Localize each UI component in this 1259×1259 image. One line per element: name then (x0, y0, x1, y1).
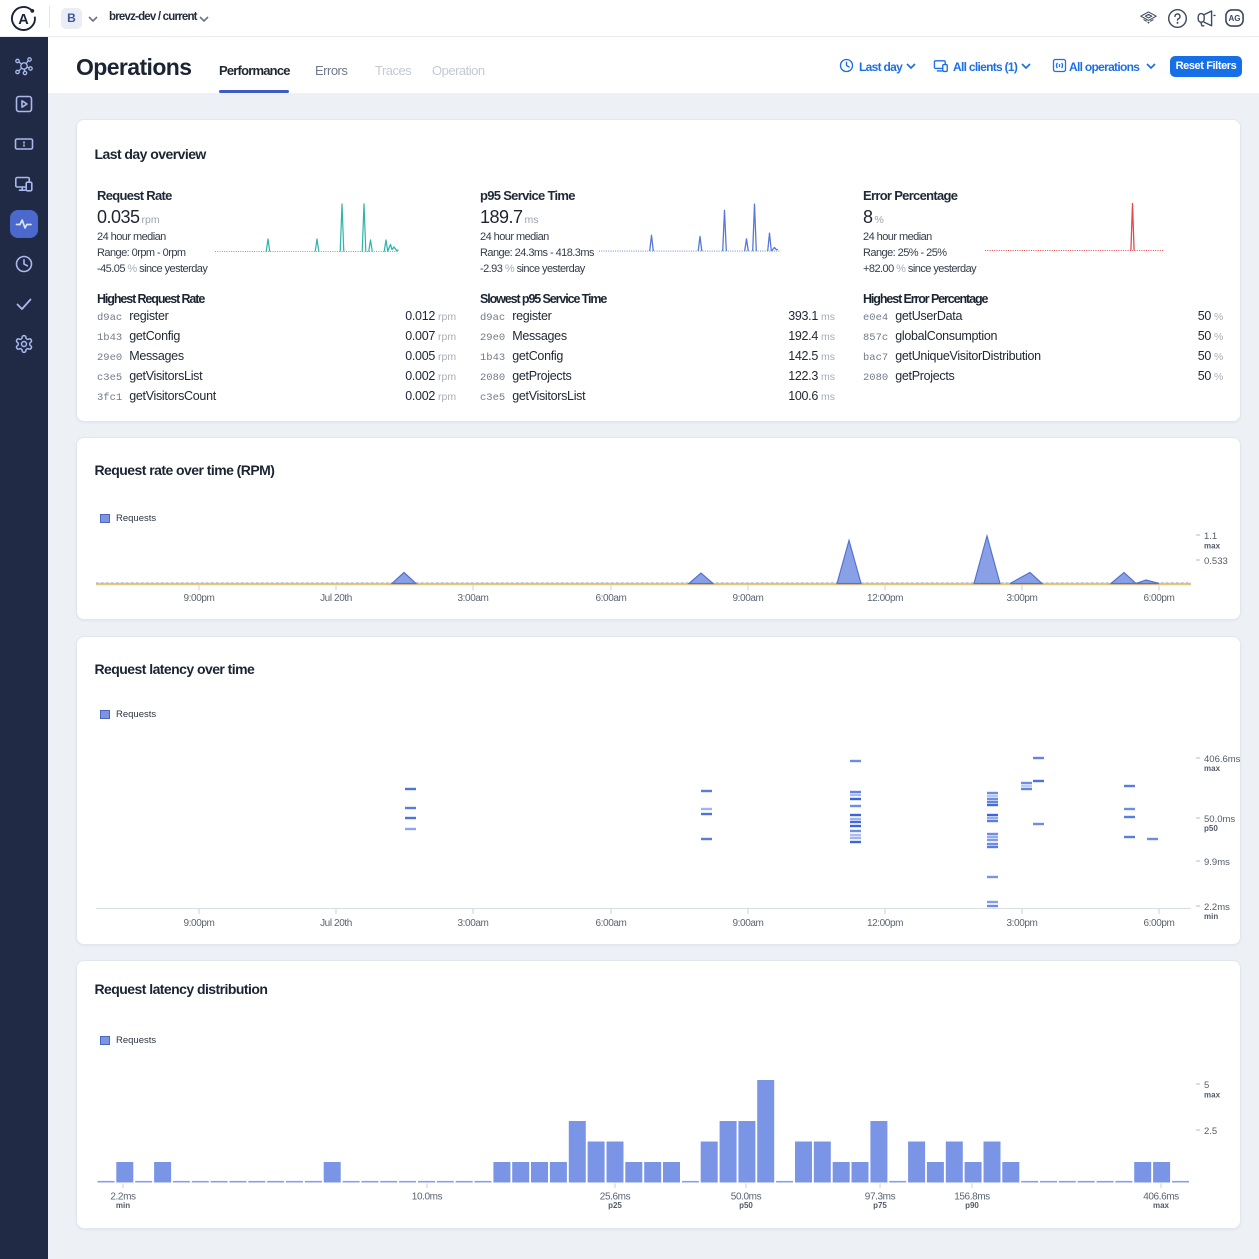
svg-text:9.9ms: 9.9ms (1204, 857, 1230, 868)
svg-text:Jul 20th: Jul 20th (320, 593, 352, 604)
svg-text:9:00am: 9:00am (733, 918, 764, 929)
svg-text:12:00pm: 12:00pm (867, 593, 903, 604)
svg-text:max: max (1204, 764, 1221, 773)
svg-text:max: max (1204, 542, 1221, 551)
svg-text:1.1: 1.1 (1204, 531, 1217, 542)
svg-text:AG: AG (1229, 14, 1241, 23)
svg-text:p25: p25 (608, 1201, 622, 1210)
svg-text:9:00am: 9:00am (733, 593, 764, 604)
svg-text:10.0ms: 10.0ms (412, 1192, 443, 1203)
svg-text:9:00pm: 9:00pm (184, 593, 215, 604)
svg-text:max: max (1153, 1201, 1170, 1210)
svg-text:2.5: 2.5 (1204, 1126, 1217, 1137)
svg-text:9:00pm: 9:00pm (184, 918, 215, 929)
svg-text:3:00am: 3:00am (458, 918, 489, 929)
svg-text:Jul 20th: Jul 20th (320, 918, 352, 929)
svg-text:3:00am: 3:00am (458, 593, 489, 604)
svg-text:max: max (1204, 1091, 1221, 1100)
svg-text:min: min (1204, 912, 1218, 921)
svg-text:3:00pm: 3:00pm (1007, 593, 1038, 604)
svg-text:p75: p75 (873, 1201, 887, 1210)
svg-text:min: min (116, 1201, 130, 1210)
svg-text:A: A (18, 12, 29, 28)
svg-text:0.533: 0.533 (1204, 556, 1228, 567)
svg-text:6:00am: 6:00am (596, 918, 627, 929)
svg-text:6:00am: 6:00am (596, 593, 627, 604)
svg-text:5: 5 (1204, 1080, 1209, 1091)
svg-text:p50: p50 (739, 1201, 753, 1210)
svg-text:6:00pm: 6:00pm (1144, 918, 1175, 929)
svg-text:3:00pm: 3:00pm (1007, 918, 1038, 929)
svg-text:p50: p50 (1204, 824, 1218, 833)
svg-text:6:00pm: 6:00pm (1144, 593, 1175, 604)
svg-text:p90: p90 (965, 1201, 979, 1210)
svg-text:12:00pm: 12:00pm (867, 918, 903, 929)
